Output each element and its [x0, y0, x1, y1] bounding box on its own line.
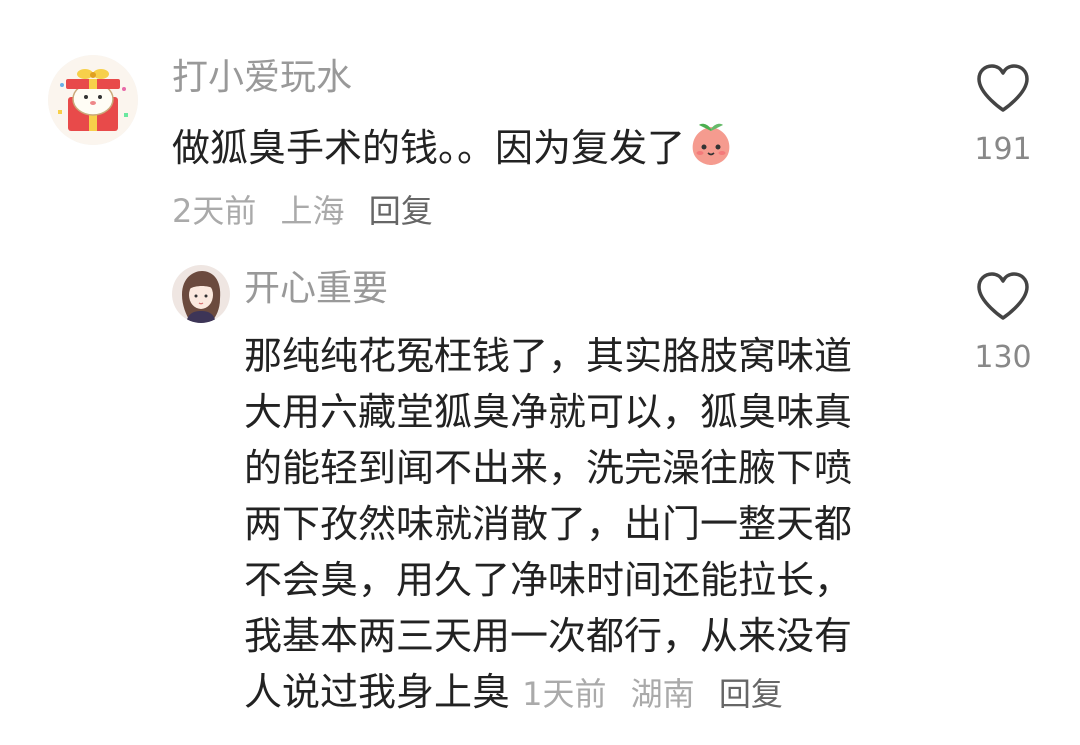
- heart-icon[interactable]: [975, 64, 1031, 114]
- like-count: 130: [974, 340, 1032, 375]
- reply-text-line: 不会臭，用久了净味时间还能拉长，: [244, 558, 853, 602]
- like-button[interactable]: 130: [968, 272, 1038, 375]
- peach-face-emoji-icon: [687, 121, 735, 182]
- like-button[interactable]: 191: [968, 64, 1038, 167]
- reply-text-line: 两下孜然味就消散了，出门一整天都: [244, 502, 853, 546]
- comment-item: 打小爱玩水 做狐臭手术的钱。。因为复发了 2天前 上海 回复 191: [0, 0, 1080, 240]
- reply-text-line: 的能轻到闻不出来，洗完澡往腋下喷: [244, 446, 853, 490]
- comment-time: 2天前: [172, 192, 257, 230]
- avatar[interactable]: [48, 55, 138, 145]
- reply-text-line: 我基本两三天用一次都行，从来没有: [244, 614, 853, 658]
- reply-item: 开心重要 那纯纯花冤枉钱了，其实胳肢窝味道 大用六藏堂狐臭净就可以，狐臭味真 的…: [0, 250, 1080, 745]
- reply-button[interactable]: 回复: [719, 675, 783, 713]
- comment-text-body: 做狐臭手术的钱。。因为复发了: [172, 126, 686, 170]
- reply-text-line: 人说过我身上臭: [244, 670, 511, 714]
- comment-meta: 2天前 上海 回复: [172, 186, 447, 232]
- reply-button[interactable]: 回复: [369, 192, 433, 230]
- comment-username[interactable]: 打小爱玩水: [172, 56, 352, 100]
- reply-text-line: 大用六藏堂狐臭净就可以，狐臭味真: [244, 390, 853, 434]
- gift-box-avatar-icon: [48, 55, 138, 145]
- reply-text: 那纯纯花冤枉钱了，其实胳肢窝味道 大用六藏堂狐臭净就可以，狐臭味真 的能轻到闻不…: [244, 328, 924, 722]
- heart-icon[interactable]: [975, 272, 1031, 322]
- reply-username[interactable]: 开心重要: [244, 267, 388, 311]
- girl-portrait-avatar-icon: [172, 265, 230, 323]
- reply-time: 1天前: [522, 675, 607, 713]
- reply-meta: 1天前 湖南 回复: [522, 675, 797, 713]
- reply-location: 湖南: [630, 675, 695, 713]
- like-count: 191: [974, 132, 1032, 167]
- reply-text-line: 那纯纯花冤枉钱了，其实胳肢窝味道: [244, 334, 853, 378]
- comment-location: 上海: [280, 192, 345, 230]
- reply-text-last-line: 人说过我身上臭 1天前 湖南 回复: [244, 664, 924, 722]
- comment-text: 做狐臭手术的钱。。因为复发了: [172, 120, 932, 182]
- avatar[interactable]: [172, 265, 230, 323]
